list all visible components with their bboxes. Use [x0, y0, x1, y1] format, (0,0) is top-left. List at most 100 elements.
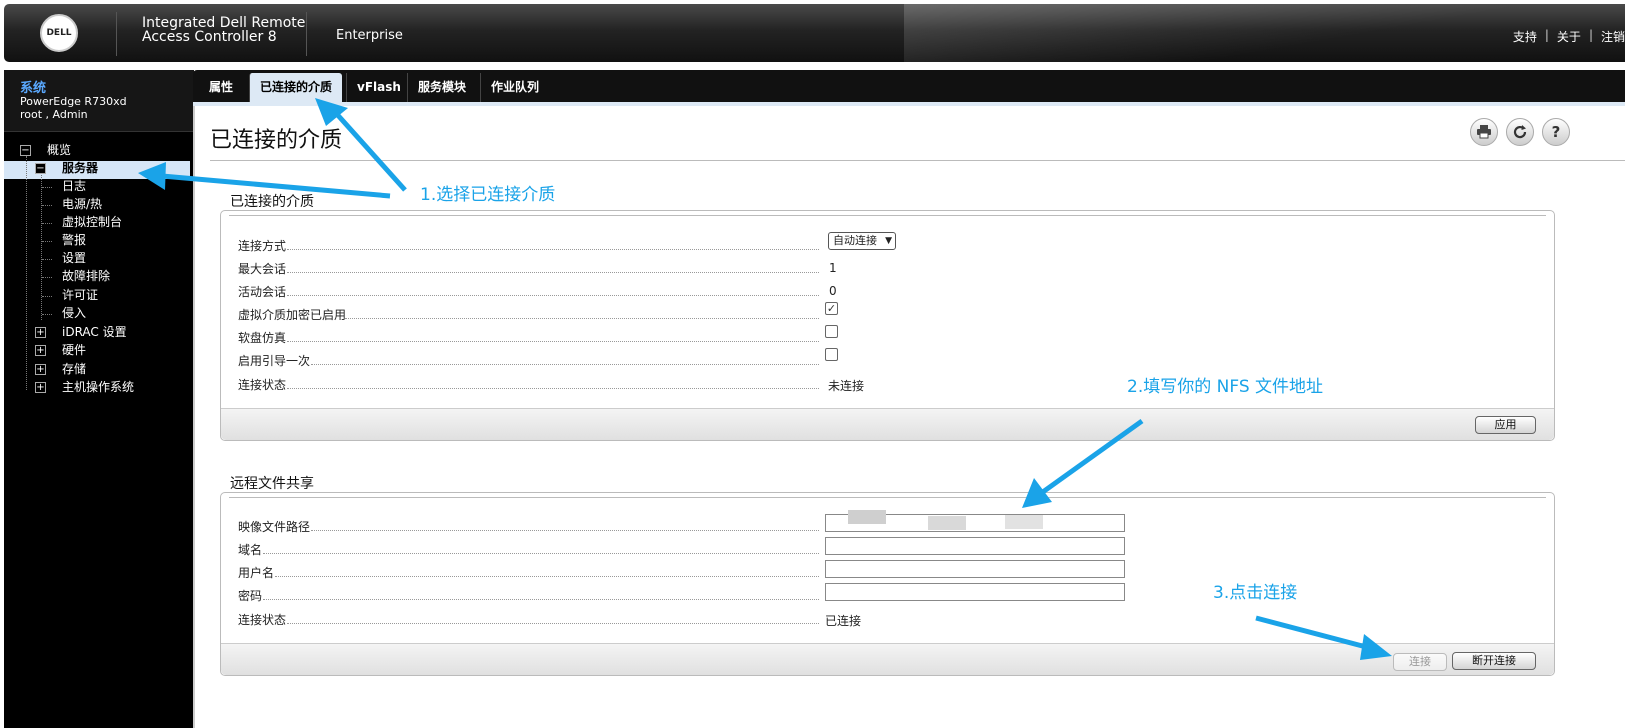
- tree-item-troubleshooting[interactable]: 故障排除: [62, 267, 110, 285]
- expand-host-os-toggle[interactable]: +: [35, 382, 46, 393]
- tab-service-module[interactable]: 服务模块: [407, 73, 476, 102]
- connect-button[interactable]: 连接: [1393, 653, 1447, 671]
- leader-dots: [287, 249, 819, 250]
- tree-line: [42, 223, 52, 224]
- leader-dots: [263, 599, 819, 600]
- connect-mode-select[interactable]: 自动连接 ▼: [828, 232, 896, 250]
- refresh-icon[interactable]: [1506, 118, 1534, 146]
- tab-bar: 属性 已连接的介质 vFlash 服务模块 作业队列: [193, 70, 1625, 102]
- header-divider: [306, 12, 307, 56]
- tree-item-alerts[interactable]: 警报: [62, 231, 86, 249]
- tab-properties[interactable]: 属性: [199, 73, 243, 102]
- print-icon[interactable]: [1470, 118, 1498, 146]
- media-status-value: 未连接: [828, 379, 865, 393]
- tab-underline: [193, 102, 1625, 106]
- tab-attached-media[interactable]: 已连接的介质: [249, 73, 343, 102]
- apply-button[interactable]: 应用: [1475, 416, 1536, 434]
- product-name: Integrated Dell Remote Access Controller…: [142, 16, 305, 44]
- tree-item-logs[interactable]: 日志: [62, 177, 86, 195]
- leader-dots: [287, 341, 819, 342]
- share-status-label: 连接状态: [238, 613, 287, 627]
- tree-item-server[interactable]: 服务器: [62, 159, 98, 177]
- header-divider: [116, 12, 117, 56]
- step1-arrow-to-tab: [333, 110, 407, 192]
- support-link[interactable]: 支持: [1513, 28, 1537, 45]
- step2-annotation: 2.填写你的 NFS 文件地址: [1127, 377, 1324, 397]
- active-sessions-value: 0: [829, 284, 837, 298]
- tree-item-host-os[interactable]: 主机操作系统: [62, 378, 134, 396]
- logo-text: DELL: [46, 28, 72, 38]
- tree-line: [42, 296, 52, 297]
- tree-item-overview[interactable]: 概览: [47, 141, 71, 159]
- help-icon[interactable]: ?: [1542, 118, 1570, 146]
- leader-dots: [345, 318, 819, 319]
- username-input[interactable]: [825, 560, 1125, 578]
- system-model: PowerEdge R730xd: [20, 95, 127, 108]
- tree-item-virtual-console[interactable]: 虚拟控制台: [62, 213, 122, 231]
- expand-storage-toggle[interactable]: +: [35, 364, 46, 375]
- boot-once-checkbox[interactable]: [825, 348, 838, 361]
- tree-line: [42, 277, 52, 278]
- disconnect-button[interactable]: 断开连接: [1452, 652, 1536, 670]
- panel-footer: [221, 643, 1554, 675]
- redacted-text: [928, 516, 966, 530]
- panel-footer: [221, 408, 1554, 440]
- chevron-down-icon: ▼: [885, 236, 892, 246]
- leader-dots: [311, 364, 819, 365]
- attached-media-section-title: 已连接的介质: [230, 194, 314, 210]
- share-status-value: 已连接: [825, 614, 862, 628]
- logout-link[interactable]: 注销: [1601, 28, 1625, 45]
- tree-line: [26, 156, 27, 390]
- tree-item-idrac-settings[interactable]: iDRAC 设置: [62, 323, 127, 341]
- panel-rule: [229, 215, 1546, 216]
- tree-line: [42, 187, 52, 188]
- domain-input[interactable]: [825, 537, 1125, 555]
- system-title[interactable]: 系统: [20, 77, 46, 96]
- leader-dots: [311, 530, 819, 531]
- image-path-label: 映像文件路径: [238, 520, 311, 534]
- tree-line: [42, 259, 52, 260]
- password-label: 密码: [238, 589, 263, 603]
- collapse-overview-toggle[interactable]: −: [20, 145, 31, 156]
- connect-mode-label: 连接方式: [238, 239, 287, 253]
- header-links: 支持 | 关于 | 注销: [1513, 28, 1625, 45]
- tree-item-licenses[interactable]: 许可证: [62, 286, 98, 304]
- floppy-emulation-label: 软盘仿真: [238, 331, 287, 345]
- system-summary: 系统 PowerEdge R730xd root , Admin: [4, 70, 194, 132]
- tree-line: [42, 314, 52, 315]
- help-glyph: ?: [1551, 123, 1561, 141]
- page-title: 已连接的介质: [210, 128, 343, 153]
- tree-item-intrusion[interactable]: 侵入: [62, 304, 86, 322]
- step1-annotation: 1.选择已连接介质: [420, 185, 556, 205]
- collapse-server-toggle[interactable]: −: [35, 163, 46, 174]
- leader-dots: [287, 388, 819, 389]
- connect-mode-value: 自动连接: [833, 234, 877, 247]
- about-link[interactable]: 关于: [1557, 28, 1581, 45]
- expand-hardware-toggle[interactable]: +: [35, 345, 46, 356]
- edition-label: Enterprise: [336, 28, 403, 43]
- password-input[interactable]: [825, 583, 1125, 601]
- tree-item-hardware[interactable]: 硬件: [62, 341, 86, 359]
- floppy-emulation-checkbox[interactable]: [825, 325, 838, 338]
- step3-annotation: 3.点击连接: [1213, 583, 1298, 603]
- tab-job-queue[interactable]: 作业队列: [480, 73, 549, 102]
- leader-dots: [287, 295, 819, 296]
- max-sessions-value: 1: [829, 261, 837, 275]
- content-border: [193, 106, 195, 728]
- tree-item-power-thermal[interactable]: 电源/热: [62, 195, 102, 213]
- dell-logo: DELL: [40, 14, 78, 52]
- top-header: DELL Integrated Dell Remote Access Contr…: [4, 4, 1625, 62]
- idrac-window: DELL Integrated Dell Remote Access Contr…: [0, 0, 1625, 728]
- tree-item-settings[interactable]: 设置: [62, 249, 86, 267]
- active-sessions-label: 活动会话: [238, 285, 287, 299]
- remote-share-section-title: 远程文件共享: [230, 476, 314, 492]
- leader-dots: [287, 623, 819, 624]
- product-line-2: Access Controller 8: [142, 29, 277, 45]
- tab-vflash[interactable]: vFlash: [346, 73, 411, 102]
- tree-line: [42, 205, 52, 206]
- expand-idrac-settings-toggle[interactable]: +: [35, 327, 46, 338]
- encryption-checkbox[interactable]: ✓: [825, 302, 838, 315]
- tree-item-storage[interactable]: 存储: [62, 360, 86, 378]
- tree-line: [41, 175, 42, 320]
- product-line-1: Integrated Dell Remote: [142, 15, 306, 31]
